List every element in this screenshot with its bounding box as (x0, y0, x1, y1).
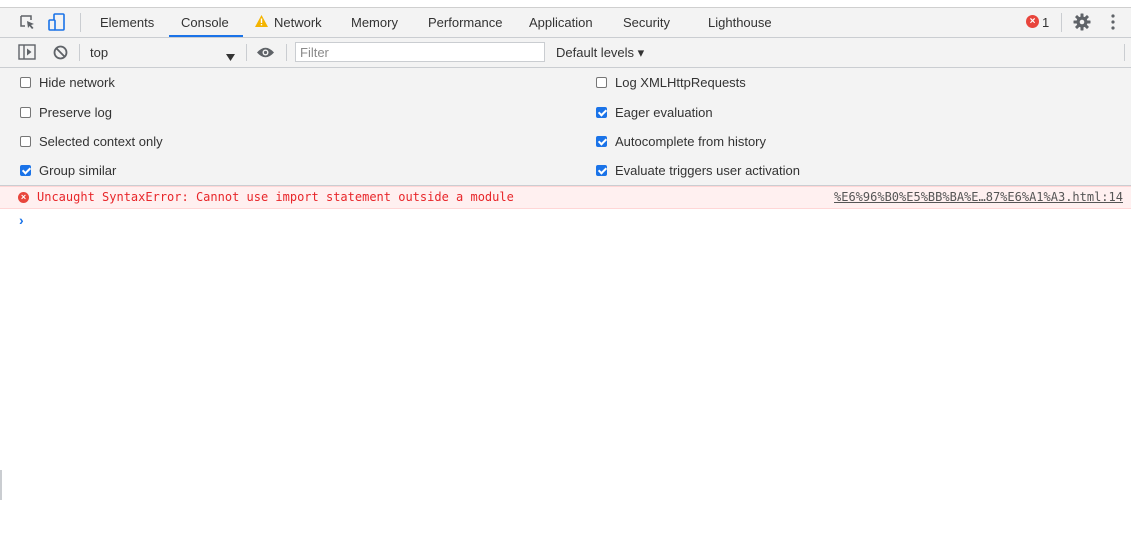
devtools-tab-bar: Elements Console Network Memory Performa… (0, 8, 1131, 38)
error-count-icon[interactable]: × (1026, 15, 1039, 28)
toolbar-separator (286, 44, 287, 61)
console-settings-panel: Hide network Preserve log Selected conte… (0, 68, 1131, 186)
hide-network-checkbox[interactable] (20, 77, 31, 88)
tab-performance[interactable]: Performance (428, 8, 502, 37)
active-tab-indicator (169, 35, 243, 37)
tab-separator (1061, 13, 1062, 32)
error-count[interactable]: 1 (1042, 8, 1049, 37)
log-levels-dropdown[interactable]: Default levels ▾ (556, 38, 644, 67)
option-label: Log XMLHttpRequests (615, 75, 746, 90)
tab-memory[interactable]: Memory (351, 8, 398, 37)
hide-network-option[interactable]: Hide network (20, 74, 115, 92)
resize-handle[interactable] (0, 470, 2, 500)
log-xmlhttprequests-option[interactable]: Log XMLHttpRequests (596, 74, 746, 92)
toolbar-separator (79, 44, 80, 61)
toolbar-separator (1124, 44, 1125, 61)
tab-elements[interactable]: Elements (100, 8, 154, 37)
group-similar-option[interactable]: Group similar (20, 162, 116, 180)
option-label: Eager evaluation (615, 105, 713, 120)
tab-network[interactable]: Network (274, 8, 322, 37)
inspect-element-icon[interactable] (19, 14, 37, 35)
autocomplete-history-checkbox[interactable] (596, 136, 607, 147)
eager-evaluation-option[interactable]: Eager evaluation (596, 104, 713, 122)
device-toolbar-icon[interactable] (48, 13, 66, 35)
selected-context-only-checkbox[interactable] (20, 136, 31, 147)
tab-application[interactable]: Application (529, 8, 593, 37)
clear-console-icon[interactable] (53, 45, 68, 63)
evaluate-triggers-activation-checkbox[interactable] (596, 165, 607, 176)
warning-icon (255, 15, 268, 30)
console-prompt[interactable]: › (19, 210, 24, 230)
error-icon: × (18, 192, 29, 203)
group-similar-checkbox[interactable] (20, 165, 31, 176)
preserve-log-checkbox[interactable] (20, 107, 31, 118)
preserve-log-option[interactable]: Preserve log (20, 104, 112, 122)
error-source-link[interactable]: %E6%96%B0%E5%BB%BA%E…87%E6%A1%A3.html:14 (834, 187, 1123, 208)
option-label: Autocomplete from history (615, 134, 767, 149)
error-text: Uncaught SyntaxError: Cannot use import … (37, 190, 514, 204)
option-label: Evaluate triggers user activation (615, 163, 800, 178)
autocomplete-history-option[interactable]: Autocomplete from history (596, 133, 766, 151)
tab-lighthouse[interactable]: Lighthouse (708, 8, 772, 37)
show-sidebar-icon[interactable] (18, 44, 36, 63)
window-top-edge (0, 0, 1131, 8)
context-select[interactable]: top (90, 38, 108, 67)
evaluate-triggers-activation-option[interactable]: Evaluate triggers user activation (596, 162, 800, 180)
option-label: Preserve log (39, 105, 112, 120)
option-label: Hide network (39, 75, 115, 90)
tab-console[interactable]: Console (181, 8, 229, 37)
chevron-down-icon[interactable] (226, 49, 235, 64)
toolbar-separator (246, 44, 247, 61)
gear-icon[interactable] (1073, 13, 1091, 34)
selected-context-only-option[interactable]: Selected context only (20, 133, 163, 151)
console-error-message[interactable]: × Uncaught SyntaxError: Cannot use impor… (0, 186, 1131, 209)
filter-input[interactable] (295, 42, 545, 62)
tab-security[interactable]: Security (623, 8, 670, 37)
more-options-icon[interactable] (1111, 14, 1115, 33)
console-toolbar: top Default levels ▾ (0, 38, 1131, 68)
eager-evaluation-checkbox[interactable] (596, 107, 607, 118)
log-xmlhttprequests-checkbox[interactable] (596, 77, 607, 88)
option-label: Group similar (39, 163, 117, 178)
tab-separator (80, 13, 81, 32)
option-label: Selected context only (39, 134, 163, 149)
live-expression-eye-icon[interactable] (256, 46, 275, 62)
